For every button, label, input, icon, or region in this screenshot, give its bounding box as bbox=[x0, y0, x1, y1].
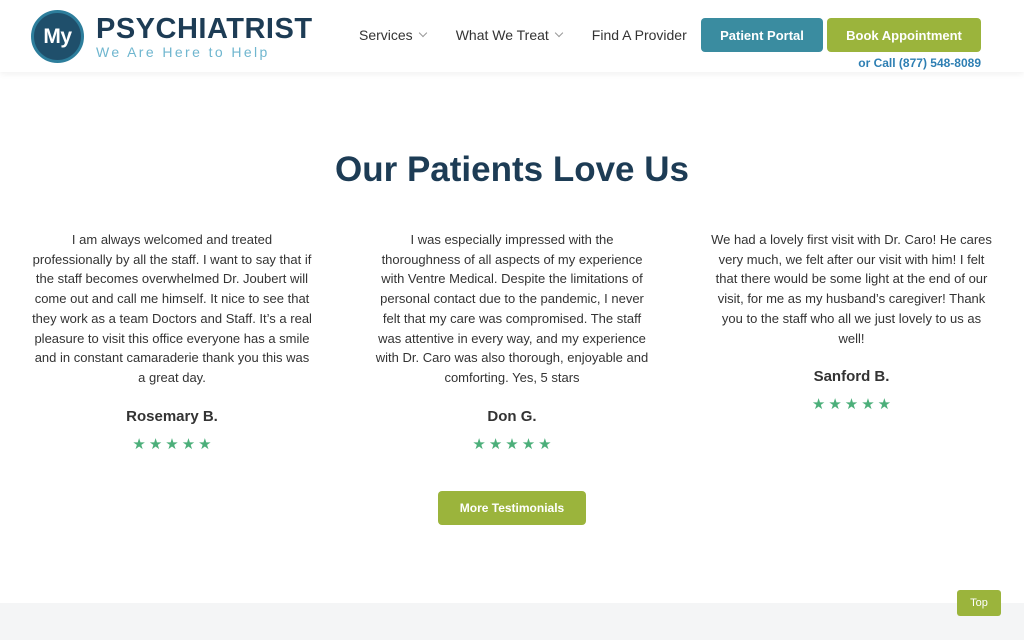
star-icon: ★ bbox=[165, 434, 179, 453]
star-icon: ★ bbox=[811, 395, 826, 414]
star-icon: ★ bbox=[472, 434, 486, 453]
nav-item-find-a-provider[interactable]: Find A Provider bbox=[592, 27, 687, 43]
star-icon: ★ bbox=[505, 434, 519, 453]
star-icon: ★ bbox=[828, 395, 842, 414]
testimonial-card: We had a lovely first visit with Dr. Car… bbox=[711, 230, 992, 412]
star-rating: ★ ★ ★ ★ ★ bbox=[372, 434, 652, 453]
nav-item-services[interactable]: Services bbox=[359, 27, 427, 43]
testimonial-card: I am always welcomed and treated profess… bbox=[32, 230, 312, 452]
star-icon: ★ bbox=[181, 434, 196, 453]
logo-wordmark: PSYCHIATRIST We Are Here to Help bbox=[96, 14, 313, 60]
logo-title: PSYCHIATRIST bbox=[96, 12, 313, 45]
testimonial-text: I was especially impressed with the thor… bbox=[375, 232, 649, 385]
section-title: Our Patients Love Us bbox=[335, 150, 689, 189]
book-appointment-button[interactable]: Book Appointment bbox=[827, 18, 981, 52]
star-icon: ★ bbox=[861, 395, 875, 414]
star-icon: ★ bbox=[844, 395, 859, 414]
nav-item-label: Services bbox=[359, 27, 413, 43]
star-rating: ★ ★ ★ ★ ★ bbox=[32, 434, 312, 453]
chevron-down-icon bbox=[418, 28, 427, 38]
site-header: My PSYCHIATRIST We Are Here to Help Serv… bbox=[0, 0, 1024, 72]
star-icon: ★ bbox=[132, 434, 146, 453]
star-rating: ★ ★ ★ ★ ★ bbox=[711, 397, 992, 412]
logo-mark: My bbox=[31, 10, 84, 63]
more-testimonials-button[interactable]: More Testimonials bbox=[438, 491, 586, 525]
back-to-top-button[interactable]: Top bbox=[957, 590, 1001, 616]
patient-portal-button[interactable]: Patient Portal bbox=[701, 18, 823, 52]
logo-tagline: We Are Here to Help bbox=[96, 43, 270, 60]
call-phone-link[interactable]: or Call (877) 548-8089 bbox=[858, 56, 981, 70]
footer-band bbox=[0, 603, 1024, 640]
testimonial-author: Sanford B. bbox=[813, 368, 890, 386]
testimonial-text: I am always welcomed and treated profess… bbox=[32, 232, 312, 385]
logo-mark-text: My bbox=[43, 24, 72, 48]
star-icon: ★ bbox=[148, 434, 163, 453]
star-icon: ★ bbox=[488, 434, 503, 453]
testimonial-text: We had a lovely first visit with Dr. Car… bbox=[711, 232, 992, 346]
star-icon: ★ bbox=[877, 395, 892, 414]
nav-item-label: What We Treat bbox=[455, 27, 549, 43]
nav-item-what-we-treat[interactable]: What We Treat bbox=[455, 27, 564, 43]
testimonial-author: Rosemary B. bbox=[126, 407, 218, 425]
star-icon: ★ bbox=[538, 434, 552, 453]
star-icon: ★ bbox=[521, 434, 536, 453]
site-logo[interactable]: My PSYCHIATRIST We Are Here to Help bbox=[31, 10, 313, 63]
main-nav: Services What We Treat Find A Provider bbox=[359, 27, 717, 43]
nav-item-label: Find A Provider bbox=[591, 27, 687, 43]
star-icon: ★ bbox=[198, 434, 212, 453]
testimonial-card: I was especially impressed with the thor… bbox=[372, 230, 652, 452]
testimonial-author: Don G. bbox=[487, 407, 537, 425]
chevron-down-icon bbox=[554, 28, 564, 38]
